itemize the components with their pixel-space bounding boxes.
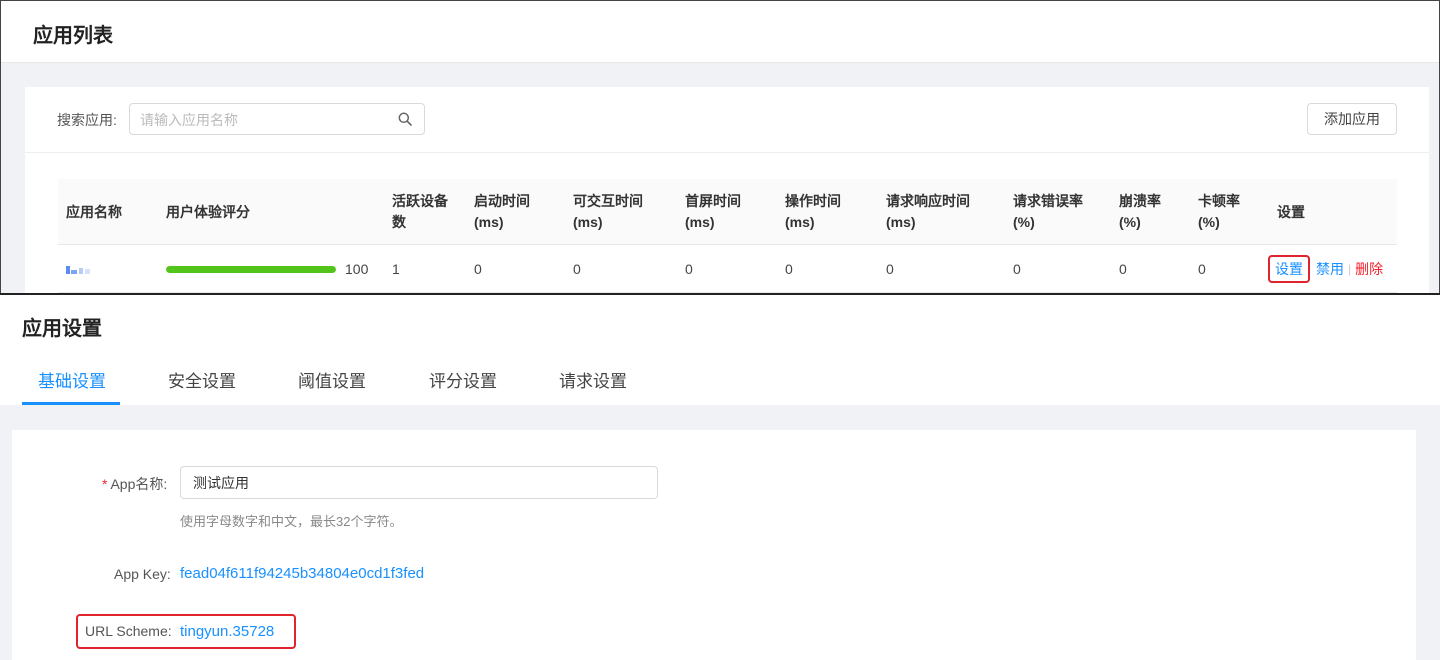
score-value: 100 [345, 261, 369, 277]
first-screen-cell: 0 [685, 261, 693, 277]
score-bar-fill [166, 265, 336, 273]
startup-cell: 0 [474, 261, 482, 277]
settings-link[interactable]: 设置 [1275, 261, 1303, 277]
settings-page-title: 应用设置 [22, 318, 102, 340]
col-header-response: 请求响应时间 (ms) [886, 193, 970, 230]
add-app-button[interactable]: 添加应用 [1307, 103, 1397, 135]
actions-cell: 设置 禁用 | 删除 [1268, 245, 1383, 293]
app-name-hint: 使用字母数字和中文，最长32个字符。 [180, 514, 403, 529]
app-list-panel: 应用列表 搜索应用: 添加应用 应用名称 用户体验评分 活跃设备数 启动时间(m… [0, 0, 1440, 294]
table-row: 100 1 0 0 0 0 0 0 0 0 设置 禁用 | 删除 [58, 245, 1397, 293]
col-header-first-screen: 首屏时间 (ms) [685, 193, 741, 230]
score-bar [166, 265, 336, 273]
response-cell: 0 [886, 261, 894, 277]
app-key-value: fead04f611f94245b34804e0cd1f3fed [180, 565, 425, 582]
app-key-label: App Key: [114, 566, 171, 582]
col-header-interactive: 可交互时间 (ms) [573, 193, 643, 230]
app-settings-panel: 应用设置 基础设置 安全设置 阈值设置 评分设置 请求设置 *App名称: 使用… [0, 295, 1440, 660]
col-header-settings: 设置 [1277, 203, 1305, 220]
freeze-rate-cell: 0 [1198, 261, 1206, 277]
tab-request-settings[interactable]: 请求设置 [559, 367, 627, 392]
col-header-score: 用户体验评分 [166, 203, 250, 220]
disable-link[interactable]: 禁用 [1316, 259, 1344, 279]
search-box[interactable] [129, 103, 425, 135]
basic-settings-form: *App名称: 使用字母数字和中文，最长32个字符。 App Key: fead… [12, 430, 1416, 660]
app-name-input[interactable] [180, 466, 658, 499]
col-header-operation: 操作时间 (ms) [785, 193, 841, 230]
crash-rate-cell: 0 [1119, 261, 1127, 277]
app-name-label: * App名称: [102, 476, 168, 492]
search-input[interactable] [140, 110, 380, 130]
settings-tabs: 基础设置 安全设置 阈值设置 评分设置 请求设置 [0, 355, 1410, 405]
col-header-crash-rate: 崩溃率 (%) [1119, 193, 1161, 230]
col-header-freeze-rate: 卡顿率 (%) [1198, 193, 1240, 230]
error-rate-cell: 0 [1013, 261, 1021, 277]
active-devices-cell: 1 [392, 261, 400, 277]
operation-cell: 0 [785, 261, 793, 277]
interactive-cell: 0 [573, 261, 581, 277]
app-table: 应用名称 用户体验评分 活跃设备数 启动时间 (ms) 可交互时间 (ms) 首屏时… [58, 179, 1397, 293]
table-header: 应用名称 用户体验评分 活跃设备数 启动时间 (ms) 可交互时间 (ms) 首屏时… [58, 179, 1397, 245]
app-name-thumbnail[interactable] [66, 264, 92, 274]
tab-security-settings[interactable]: 安全设置 [168, 367, 236, 392]
score-cell: 100 [166, 245, 368, 293]
col-header-active-devices: 活跃设备数 [392, 193, 448, 230]
app-list-card: 搜索应用: 添加应用 应用名称 用户体验评分 活跃设备数 启动时间(ms) 可交… [25, 87, 1429, 294]
search-icon[interactable] [398, 112, 412, 126]
col-header-startup: 启动时间 (ms) [474, 193, 530, 230]
page-title: 应用列表 [33, 25, 113, 47]
tab-threshold-settings[interactable]: 阈值设置 [298, 367, 366, 392]
action-separator: | [1348, 262, 1352, 276]
search-label: 搜索应用: [57, 112, 117, 128]
delete-link[interactable]: 删除 [1355, 259, 1383, 279]
url-scheme-value: tingyun.35728 [180, 623, 275, 640]
tab-basic-settings[interactable]: 基础设置 [38, 367, 106, 392]
col-header-name: 应用名称 [66, 203, 122, 220]
url-scheme-label: URL Scheme: [85, 623, 172, 639]
app-name-cell[interactable] [66, 245, 92, 293]
col-header-error-rate: 请求错误率 (%) [1013, 193, 1083, 230]
tab-score-settings[interactable]: 评分设置 [429, 367, 497, 392]
settings-highlight: 设置 [1268, 255, 1310, 283]
app-list-header: 应用列表 [1, 1, 1439, 63]
search-row: 搜索应用: 添加应用 [25, 87, 1429, 153]
